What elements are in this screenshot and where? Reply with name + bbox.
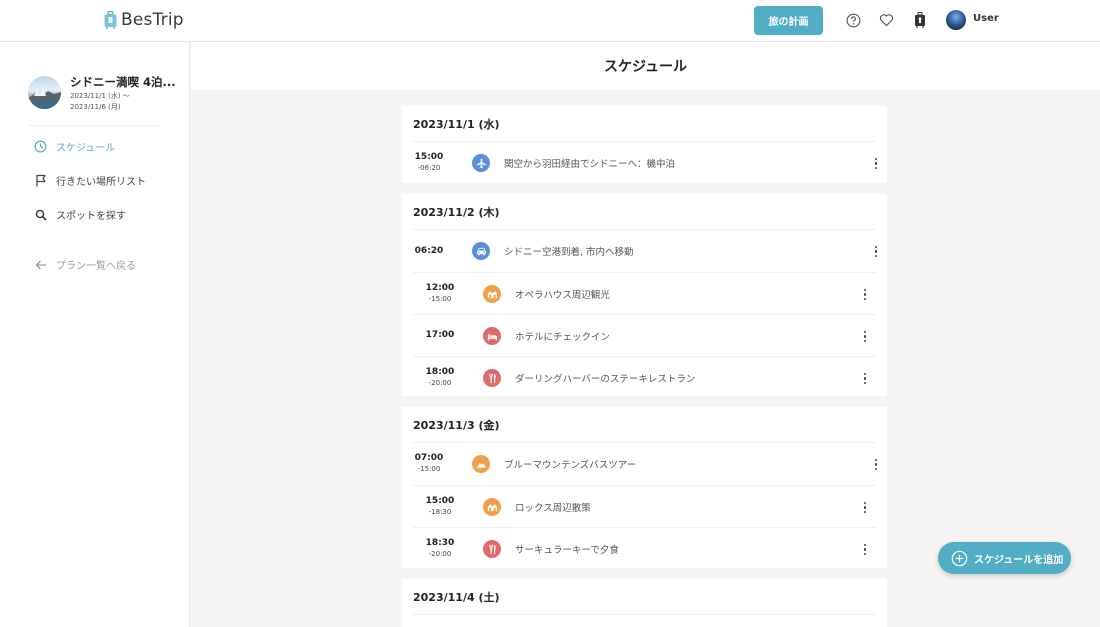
search-icon <box>34 208 47 221</box>
day-card: 2023/11/1 (水) 15:00 -06:20 関空から羽田経由でシドニー… <box>402 106 887 183</box>
add-schedule-label: スケジュールを追加 <box>974 554 1064 566</box>
schedule-row[interactable]: 07:00 -15:00 ブルーマウンテンズバスツアー <box>402 443 887 485</box>
sidebar-item-label: 行きたい場所リスト <box>56 177 146 188</box>
flag-icon <box>34 174 47 187</box>
trip-dates: 2023/11/1 (水) 〜 2023/11/6 (月) <box>70 91 130 113</box>
clock-icon <box>34 140 47 153</box>
schedule-row[interactable]: 17:00 ホテルにチェックイン <box>413 314 876 356</box>
more-options-icon[interactable] <box>860 373 870 384</box>
start-time: 06:20 <box>414 245 444 256</box>
schedule-time: 06:20 <box>402 230 456 272</box>
trip-title: シドニー満喫 4泊... <box>70 75 176 89</box>
day-date: 2023/11/4 (土) <box>413 590 500 604</box>
car-icon <box>472 242 490 260</box>
help-icon[interactable] <box>845 12 861 28</box>
luggage-icon[interactable] <box>912 12 928 28</box>
start-time: 07:00 <box>414 453 444 463</box>
more-options-icon[interactable] <box>871 158 881 169</box>
logo-text: BesTrip <box>121 10 184 30</box>
schedule-title: サーキュラーキーで夕食 <box>515 544 619 556</box>
user-avatar[interactable] <box>946 10 966 30</box>
sidebar-item-search-spots[interactable]: スポットを探す <box>34 207 126 222</box>
schedule-title: ダーリングハーバーのステーキレストラン <box>515 373 696 385</box>
schedule-row[interactable]: 15:00 -18:30 ロックス周辺散策 <box>413 485 876 527</box>
bestrip-logo[interactable]: BesTrip <box>104 10 184 30</box>
mountain-icon <box>472 455 490 473</box>
schedule-title: ブルーマウンテンズバスツアー <box>504 460 637 471</box>
user-name[interactable]: User <box>973 13 999 24</box>
sidebar-item-wishlist[interactable]: 行きたい場所リスト <box>34 173 146 188</box>
schedule-time: 18:30 -20:00 <box>413 528 467 569</box>
sidebar: シドニー満喫 4泊... 2023/11/1 (水) 〜 2023/11/6 (… <box>0 42 190 627</box>
trip-end-date: 2023/11/6 (月) <box>70 103 121 111</box>
schedule-time: 15:00 -18:30 <box>413 486 467 527</box>
more-options-icon[interactable] <box>860 502 870 513</box>
day-card: 2023/11/4 (土) <box>402 579 887 627</box>
start-time: 15:00 <box>425 495 455 506</box>
trip-start-date: 2023/11/1 (水) 〜 <box>70 92 130 100</box>
more-options-icon[interactable] <box>871 459 881 470</box>
sightseeing-icon <box>483 285 501 303</box>
page-title: スケジュール <box>603 59 688 75</box>
schedule-time: 12:00 -15:00 <box>413 273 467 314</box>
top-header: BesTrip 旅の計画 User <box>0 0 1100 42</box>
back-to-plans-link[interactable]: プラン一覧へ戻る <box>34 257 136 272</box>
heart-icon[interactable] <box>878 12 894 28</box>
schedule-time: 07:00 -15:00 <box>402 443 456 485</box>
plus-circle-icon <box>951 550 968 566</box>
schedule-title: シドニー空港到着, 市内へ移動 <box>504 247 634 258</box>
start-time: 17:00 <box>425 330 455 340</box>
schedule-title: 関空から羽田経由でシドニーへ：機中泊 <box>504 159 676 170</box>
trip-thumbnail <box>28 76 61 109</box>
schedule-time: 17:00 <box>413 315 467 356</box>
end-time: -06:20 <box>417 164 441 172</box>
schedule-title: ロックス周辺散策 <box>515 502 591 514</box>
hotel-bed-icon <box>483 327 501 345</box>
sidebar-item-label: スポットを探す <box>56 211 126 222</box>
schedule-row[interactable]: 15:00 -06:20 関空から羽田経由でシドニーへ：機中泊 <box>402 142 887 184</box>
day-date: 2023/11/2 (木) <box>413 205 500 219</box>
suitcase-logo-icon <box>104 11 117 29</box>
back-label: プラン一覧へ戻る <box>56 261 136 272</box>
more-options-icon[interactable] <box>871 246 881 257</box>
schedule-row[interactable]: 18:00 -20:00 ダーリングハーバーのステーキレストラン <box>413 356 876 398</box>
start-time: 15:00 <box>414 152 444 162</box>
schedule-row[interactable]: 18:30 -20:00 サーキュラーキーで夕食 <box>413 527 876 569</box>
sidebar-item-label: スケジュール <box>56 143 116 154</box>
main-header: スケジュール <box>191 42 1100 90</box>
start-time: 18:30 <box>425 537 455 548</box>
schedule-row[interactable]: 12:00 -15:00 オペラハウス周辺観光 <box>413 272 876 314</box>
start-time: 12:00 <box>425 282 455 293</box>
plan-trip-button[interactable]: 旅の計画 <box>754 6 823 35</box>
end-time: -20:00 <box>428 378 452 387</box>
schedule-row[interactable]: 06:20 シドニー空港到着, 市内へ移動 <box>402 230 887 272</box>
schedule-title: オペラハウス周辺観光 <box>515 289 610 301</box>
day-card: 2023/11/3 (金) 07:00 -15:00 ブルーマウンテンズバスツア… <box>402 407 887 568</box>
end-time: -15:00 <box>428 294 452 303</box>
more-options-icon[interactable] <box>860 544 870 555</box>
start-time: 18:00 <box>425 366 455 377</box>
more-options-icon[interactable] <box>860 289 870 300</box>
schedule-time: 15:00 -06:20 <box>402 142 456 184</box>
day-divider <box>413 614 876 615</box>
end-time: -20:00 <box>428 549 452 558</box>
end-time: -15:00 <box>417 465 441 473</box>
add-schedule-button[interactable]: スケジュールを追加 <box>938 542 1071 574</box>
sidebar-item-schedule[interactable]: スケジュール <box>34 139 115 154</box>
schedule-time: 18:00 -20:00 <box>413 357 467 398</box>
day-card: 2023/11/2 (木) 06:20 シドニー空港到着, 市内へ移動 12:0… <box>402 194 887 396</box>
end-time: -18:30 <box>428 507 452 516</box>
airplane-icon <box>472 154 490 172</box>
day-date: 2023/11/3 (金) <box>413 418 500 432</box>
day-date: 2023/11/1 (水) <box>413 117 500 131</box>
more-options-icon[interactable] <box>860 331 870 342</box>
restaurant-icon <box>483 540 501 558</box>
arrow-left-icon <box>34 258 47 271</box>
sidebar-divider <box>28 125 160 126</box>
schedule-title: ホテルにチェックイン <box>515 331 611 343</box>
sightseeing-icon <box>483 498 501 516</box>
restaurant-icon <box>483 369 501 387</box>
